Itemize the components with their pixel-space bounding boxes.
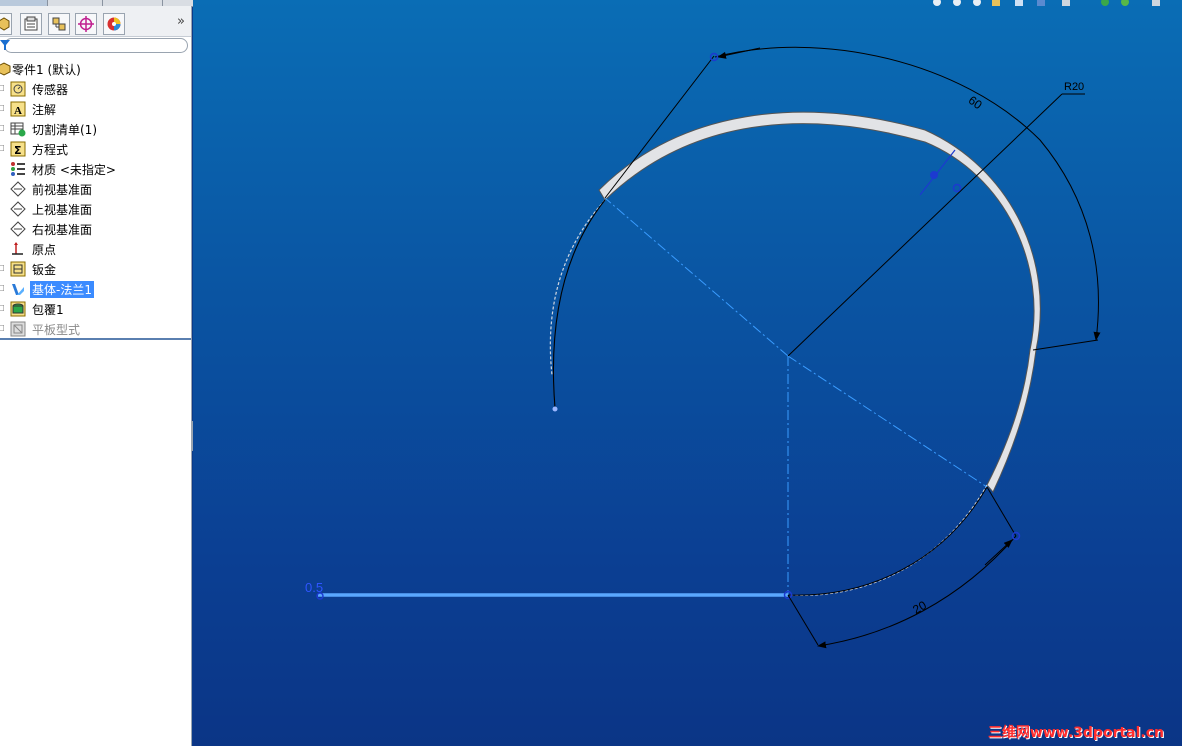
- tree-item-top-plane[interactable]: 上视基准面: [0, 199, 190, 219]
- sensor-icon: [10, 81, 26, 97]
- tree-item-front-plane[interactable]: 前视基准面: [0, 179, 190, 199]
- tree-item-label: 注解: [32, 103, 57, 117]
- sketch-arc[interactable]: [552, 199, 606, 409]
- tree-item-material[interactable]: 材质 <未指定>: [0, 159, 190, 179]
- angle-extension-4: [787, 594, 819, 646]
- tree-item-label: 前视基准面: [32, 183, 93, 197]
- expand-icon[interactable]: [0, 125, 4, 131]
- graphics-viewport[interactable]: 0.5 R20 60 20 三维网www.3dportal.cn: [193, 0, 1182, 746]
- radius-dimension[interactable]: R20: [1064, 81, 1084, 93]
- model-canvas[interactable]: 0.5 R20 60 20: [193, 0, 1182, 746]
- plane-icon: [10, 221, 26, 237]
- expand-icon[interactable]: [0, 305, 4, 311]
- annotation-icon: A: [10, 101, 26, 117]
- angle-arc-top[interactable]: [714, 46, 1101, 341]
- part-icon: [0, 62, 11, 76]
- tree-item-origin[interactable]: 原点: [0, 239, 190, 259]
- origin-icon: [12, 242, 23, 255]
- tree-item-right-plane[interactable]: 右视基准面: [0, 219, 190, 239]
- chevron-right-icon[interactable]: »: [177, 14, 185, 29]
- expand-icon[interactable]: [0, 285, 4, 291]
- tree-separator: [0, 338, 191, 340]
- tree-item-equations[interactable]: Σ 方程式: [0, 139, 190, 159]
- property-icon: [24, 16, 38, 31]
- panel-toolbar: »: [0, 6, 191, 37]
- expand-icon[interactable]: [0, 145, 4, 151]
- target-icon: [78, 16, 94, 32]
- cut-list-icon: [10, 122, 26, 137]
- filter-input[interactable]: [4, 38, 188, 53]
- angle-extension-1: [604, 55, 715, 199]
- edge-point[interactable]: [952, 183, 962, 193]
- tree-item-label: 原点: [32, 243, 57, 257]
- tree-item-flat-pattern[interactable]: 平板型式: [0, 319, 190, 339]
- arc-endpoint[interactable]: [552, 406, 558, 412]
- expand-icon[interactable]: [0, 265, 4, 271]
- tree-item-cut-list[interactable]: 切割清单(1): [0, 119, 190, 139]
- tree-item-sensors[interactable]: 传感器: [0, 79, 190, 99]
- angle-dimension-bottom[interactable]: 20: [910, 598, 929, 617]
- material-icon: [11, 162, 25, 176]
- tree-item-wrap[interactable]: 包覆1: [0, 299, 190, 319]
- svg-text:Σ: Σ: [14, 144, 22, 157]
- flat-pattern-icon: [10, 321, 26, 337]
- feature-manager-tab[interactable]: [0, 13, 12, 35]
- dimxpert-tab[interactable]: [75, 13, 97, 35]
- tree-item-base-flange[interactable]: 基体-法兰1: [0, 279, 190, 299]
- radius-marker: [919, 149, 956, 196]
- part-icon: [0, 17, 10, 31]
- filter-icon[interactable]: [0, 39, 10, 51]
- sheet-metal-icon: [10, 261, 26, 277]
- plane-icon: [10, 201, 26, 217]
- tree-filter: [0, 37, 191, 57]
- expand-icon[interactable]: [0, 325, 4, 331]
- wrap-icon: [10, 301, 26, 317]
- angle-arrow-top: [717, 47, 761, 59]
- centerline-1[interactable]: [604, 197, 789, 357]
- configuration-manager-tab[interactable]: [48, 13, 70, 35]
- sketch-arc-lower[interactable]: [787, 486, 988, 596]
- display-manager-tab[interactable]: [103, 13, 125, 35]
- tree-item-label: 包覆1: [32, 303, 64, 317]
- tree-item-label: 方程式: [32, 143, 69, 157]
- tree-item-label: 平板型式: [32, 323, 81, 337]
- angle-extension-2: [1032, 339, 1099, 351]
- angle-extension-3: [986, 486, 1017, 537]
- thickness-dimension[interactable]: 0.5: [305, 580, 323, 595]
- tree-item-label: 上视基准面: [32, 203, 93, 217]
- base-flange-icon: [12, 284, 24, 295]
- tree-item-label: 切割清单(1): [32, 123, 97, 137]
- equation-icon: Σ: [10, 141, 26, 157]
- tree-item-label: 右视基准面: [32, 223, 93, 237]
- tree-item-label: 基体-法兰1: [30, 281, 94, 298]
- tree-item-annotations[interactable]: A 注解: [0, 99, 190, 119]
- sketch-arc-dashed-lower[interactable]: [787, 484, 988, 597]
- tree-item-label: 传感器: [32, 83, 69, 97]
- angle-arrow-bottom: [984, 539, 1013, 566]
- configuration-icon: [52, 17, 66, 31]
- display-icon: [107, 17, 121, 31]
- tree-item-label: 钣金: [32, 263, 57, 277]
- svg-text:A: A: [14, 105, 22, 117]
- expand-icon[interactable]: [0, 85, 4, 91]
- tree-item-sheet-metal[interactable]: 钣金: [0, 259, 190, 279]
- property-manager-tab[interactable]: [20, 13, 42, 35]
- radius-point[interactable]: [930, 171, 938, 179]
- sketch-arc-dashed[interactable]: [549, 199, 606, 376]
- feature-manager-panel: » 零件1 (默认) 传感器 A 注解 切割清单(1) Σ 方程式 材质 <未指…: [0, 6, 192, 746]
- tree-root-part[interactable]: 零件1 (默认): [0, 59, 190, 79]
- tree-item-label: 材质 <未指定>: [32, 163, 116, 177]
- plane-icon: [10, 181, 26, 197]
- watermark-text: 三维网www.3dportal.cn: [987, 725, 1164, 741]
- tree-root-label: 零件1 (默认): [12, 63, 81, 77]
- sheet-metal-body[interactable]: [598, 111, 1041, 493]
- expand-icon[interactable]: [0, 105, 4, 111]
- centerline-2[interactable]: [787, 355, 988, 488]
